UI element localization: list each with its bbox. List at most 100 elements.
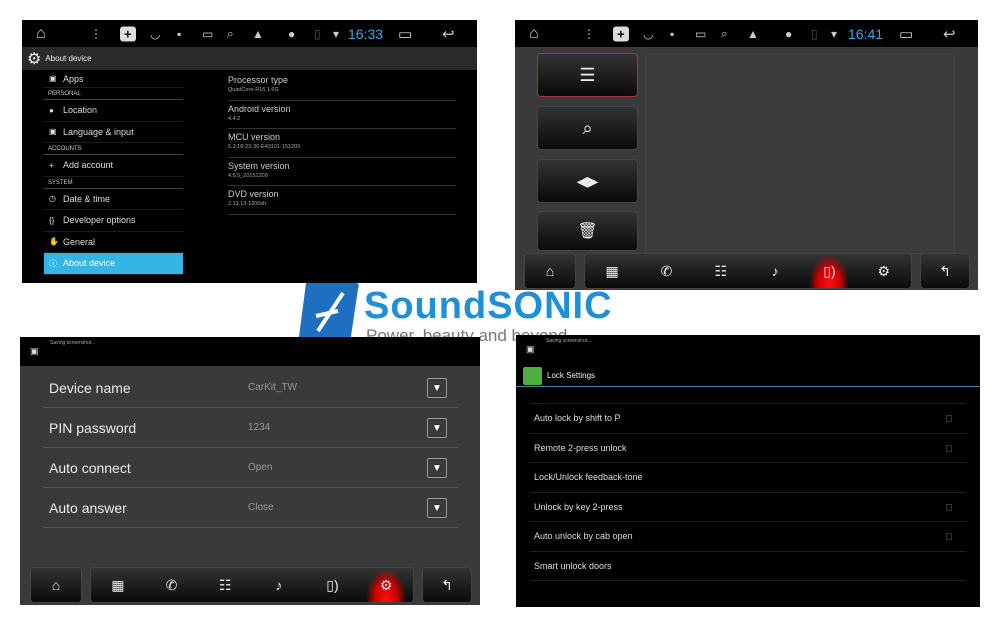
back-icon: ↰ xyxy=(441,576,453,593)
lock-setting-row[interactable]: Auto lock by shift to P xyxy=(530,404,966,434)
detail-row: DVD version 2.13.13-1200xh xyxy=(228,186,456,215)
wifi-icon: ▾ xyxy=(333,26,340,41)
sidebar-item-label: Language & input xyxy=(63,126,134,137)
sidebar-item-date-time[interactable]: ◷ Date & time xyxy=(44,189,183,210)
sidebar-item-developer-options[interactable]: {} Developer options xyxy=(44,210,183,232)
checkbox[interactable] xyxy=(946,503,952,511)
add-icon[interactable]: + xyxy=(613,26,629,41)
music-icon[interactable]: ♪ xyxy=(755,254,795,288)
lock-setting-label: Lock/Unlock feedback-tone xyxy=(534,472,643,482)
checkbox[interactable] xyxy=(946,444,952,452)
section-header: ACCOUNTS xyxy=(44,143,183,155)
page-title: Lock Settings xyxy=(547,371,596,380)
menu-icon[interactable]: ⋮ xyxy=(583,27,595,41)
sidebar-item-apps[interactable]: ▣ Apps xyxy=(44,70,183,88)
dropdown-icon[interactable]: ▼ xyxy=(427,498,447,518)
back-icon[interactable]: ↩ xyxy=(943,25,956,43)
tire-icon: ◡ xyxy=(150,26,161,41)
back-button[interactable]: ↰ xyxy=(920,253,970,289)
checkbox[interactable] xyxy=(946,415,952,422)
search-button[interactable]: ⌕ xyxy=(537,106,638,150)
sd-icon: ▪ xyxy=(177,26,182,41)
lock-setting-row[interactable]: Lock/Unlock feedback-tone xyxy=(530,463,966,493)
contacts-icon[interactable]: ☷ xyxy=(205,568,245,602)
setting-label: PIN password xyxy=(49,420,137,436)
detail-value: QuadCore-R16 1.6G xyxy=(228,87,279,93)
section-header: SYSTEM xyxy=(44,177,183,189)
dropdown-icon[interactable]: ▼ xyxy=(427,458,447,478)
dropdown-icon[interactable]: ▼ xyxy=(427,418,447,438)
setting-row[interactable]: Auto answer Close ▼ xyxy=(43,488,458,528)
page-title: About device xyxy=(45,54,92,63)
list-button[interactable]: ☰ xyxy=(537,53,638,97)
sidebar-item-add-account[interactable]: + Add account xyxy=(44,155,183,177)
setting-row[interactable]: Auto connect Open ▼ xyxy=(43,448,458,488)
info-icon: ⓘ xyxy=(49,258,57,268)
detail-label: Android version xyxy=(228,103,291,114)
status-bar: ⌂ ⋮ + ◡ ▪ ▭ ⌕ ▲ ● ▯ ▾ 16:33 ▭ ↩ xyxy=(22,20,477,47)
apps-icon: ▣ xyxy=(49,74,57,83)
content-area xyxy=(645,54,955,254)
bluetooth-icon: ▯ xyxy=(314,26,321,41)
trash-icon: 🗑 xyxy=(577,223,598,240)
detail-label: MCU version xyxy=(228,132,281,142)
screenshot-icon: ▭ xyxy=(202,26,214,41)
screenshot-icon: ▣ xyxy=(30,346,39,356)
contacts-icon[interactable]: ☷ xyxy=(701,254,741,288)
clock-icon: ◷ xyxy=(49,194,56,204)
sidebar-item-language-input[interactable]: ▣ Language & input xyxy=(44,122,183,143)
clock: 16:41 xyxy=(848,25,884,42)
connect-button[interactable]: ◀▶ xyxy=(537,159,638,203)
lock-setting-row[interactable]: Smart unlock doors xyxy=(530,552,966,581)
setting-label: Auto answer xyxy=(49,500,127,516)
screenshot-icon: ▭ xyxy=(695,26,707,41)
sidebar-item-about-device[interactable]: ⓘ About device xyxy=(44,253,183,275)
bluetooth-icon: ▯ xyxy=(811,26,818,41)
sidebar-item-general[interactable]: ✋ General xyxy=(44,232,183,253)
search-icon: ⌕ xyxy=(582,117,593,138)
detail-label: DVD version xyxy=(228,189,279,199)
settings-icon[interactable]: ⚙ xyxy=(864,254,904,288)
home-icon[interactable]: ⌂ xyxy=(36,25,46,43)
setting-label: Device name xyxy=(49,380,131,396)
warning-icon: ▲ xyxy=(252,26,264,41)
setting-value: CarKit_TW xyxy=(248,382,297,393)
lock-setting-row[interactable]: Remote 2-press unlock xyxy=(530,434,966,463)
phone-nav-tabs: ▦ ✆ ☷ ♪ ▯) ⚙ xyxy=(90,567,414,603)
detail-row: Processor type QuadCore-R16 1.6G xyxy=(228,72,456,101)
checkbox[interactable] xyxy=(946,533,952,540)
call-log-icon[interactable]: ✆ xyxy=(151,568,191,602)
dropdown-icon[interactable]: ▼ xyxy=(427,378,447,398)
notification-text: Saving screenshot... xyxy=(546,338,592,344)
recents-icon[interactable]: ▭ xyxy=(398,25,412,43)
phone-link-icon[interactable]: ▯) xyxy=(312,568,352,602)
back-icon[interactable]: ↩ xyxy=(442,25,455,43)
detail-row: Android version 4.4.2 xyxy=(228,101,456,129)
sidebar-item-label: Location xyxy=(63,105,98,116)
lock-setting-row[interactable]: Unlock by key 2-press xyxy=(530,493,966,522)
lock-setting-row[interactable]: Auto unlock by cab open xyxy=(530,522,966,552)
delete-button[interactable]: 🗑 xyxy=(537,211,638,251)
location-icon: ● xyxy=(785,26,793,41)
settings-icon[interactable]: ⚙ xyxy=(366,568,407,602)
bluetooth-settings-screen: ▣ Saving screenshot... Device name CarKit… xyxy=(20,337,480,605)
section-header: PERSONAL xyxy=(44,88,183,100)
recents-icon[interactable]: ▭ xyxy=(899,25,913,43)
back-button[interactable]: ↰ xyxy=(422,567,472,603)
sidebar-item-location[interactable]: ● Location xyxy=(44,100,183,122)
setting-row[interactable]: PIN password 1234 ▼ xyxy=(43,408,458,448)
keypad-icon[interactable]: ▦ xyxy=(98,568,138,602)
brand-name: SoundSONIC xyxy=(364,285,613,327)
detail-label: Processor type xyxy=(228,75,289,85)
music-icon[interactable]: ♪ xyxy=(259,568,299,602)
lock-setting-label: Unlock by key 2-press xyxy=(534,501,623,512)
setting-value: Close xyxy=(248,502,274,513)
detail-value: 4.5.5_20151209 xyxy=(228,172,268,179)
menu-icon[interactable]: ⋮ xyxy=(90,27,102,41)
home-icon[interactable]: ⌂ xyxy=(529,25,539,43)
phone-link-icon[interactable]: ▯) xyxy=(809,254,850,288)
setting-row[interactable]: Device name CarKit_TW ▼ xyxy=(43,368,458,408)
add-icon[interactable]: + xyxy=(120,26,136,41)
home-button[interactable]: ⌂ xyxy=(30,567,82,603)
tire-icon: ◡ xyxy=(643,26,654,41)
